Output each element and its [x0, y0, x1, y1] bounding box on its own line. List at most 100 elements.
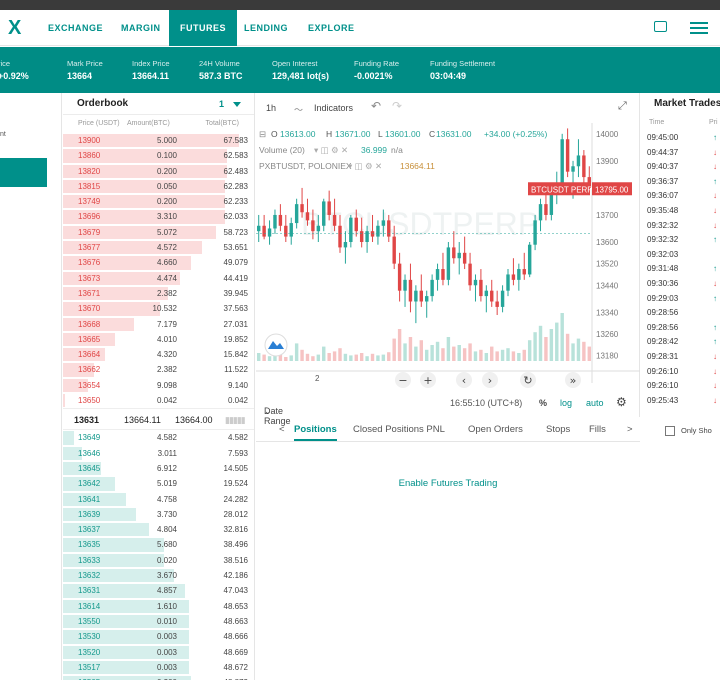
- nav-futures[interactable]: FUTURES: [169, 10, 237, 46]
- orderbook-bid-row[interactable]: 13649 4.582 4.582: [63, 430, 254, 445]
- orderbook-bid-row[interactable]: 13646 3.011 7.593: [63, 446, 254, 461]
- nav-lending[interactable]: LENDING: [244, 10, 288, 46]
- tab-stops[interactable]: Stops: [546, 424, 570, 435]
- order-price: 13650: [78, 396, 101, 406]
- candle-body: [522, 269, 526, 275]
- orderbook-ask-row[interactable]: 13673 4.474 44.419: [63, 271, 254, 286]
- left-panel-button[interactable]: [0, 158, 47, 187]
- orderbook-bid-row[interactable]: 13520 0.003 48.669: [63, 645, 254, 660]
- trade-time: 09:25:43: [647, 395, 679, 405]
- orderbook-ask-row[interactable]: 13676 4.660 49.079: [63, 255, 254, 270]
- tab-closed-positions-pnl[interactable]: Closed Positions PNL: [353, 424, 445, 435]
- arrow-up-icon: ↑: [713, 133, 717, 142]
- order-amount: 1.610: [156, 601, 177, 611]
- log-toggle[interactable]: log: [560, 398, 572, 408]
- orderbook-ask-row[interactable]: 13820 0.200 62.483: [63, 164, 254, 179]
- orderbook-ask-row[interactable]: 13815 0.050 62.283: [63, 179, 254, 194]
- candle-body: [533, 220, 537, 245]
- orderbook-bid-row[interactable]: 13637 4.804 32.816: [63, 522, 254, 537]
- orderbook-bid-row[interactable]: 13635 5.680 38.496: [63, 537, 254, 552]
- last-price: 13631: [74, 415, 100, 426]
- order-amount: 4.660: [156, 258, 177, 268]
- orderbook-bid-row[interactable]: 13642 5.019 19.524: [63, 476, 254, 491]
- only-show-checkbox[interactable]: Only Sho: [665, 426, 712, 437]
- orderbook-bid-row[interactable]: 13614 1.610 48.653: [63, 599, 254, 614]
- brand-logo[interactable]: X: [8, 17, 21, 40]
- orderbook-ask-row[interactable]: 13671 2.382 39.945: [63, 286, 254, 301]
- orderbook-ask-row[interactable]: 13900 5.000 67.583: [63, 133, 254, 148]
- checkbox-icon[interactable]: [665, 426, 675, 437]
- order-total: 39.945: [223, 288, 248, 298]
- volume-legend-label[interactable]: Volume (20): [259, 145, 305, 155]
- orders-tabs: < Positions Closed Positions PNL Open Or…: [256, 418, 640, 442]
- orderbook-ask-row[interactable]: 13749 0.200 62.233: [63, 194, 254, 209]
- orderbook-ask-row[interactable]: 13665 4.010 19.852: [63, 332, 254, 347]
- indicators-icon[interactable]: 〜: [294, 103, 303, 116]
- orderbook-bid-row[interactable]: 13641 4.758 24.282: [63, 492, 254, 507]
- orderbook-ask-row[interactable]: 13668 7.179 27.031: [63, 317, 254, 332]
- order-amount: 4.804: [156, 525, 177, 535]
- orderbook-ask-row[interactable]: 13696 3.310 62.033: [63, 209, 254, 224]
- tab-open-orders[interactable]: Open Orders: [468, 424, 523, 435]
- orderbook-ask-row[interactable]: 13860 0.100 62.583: [63, 148, 254, 163]
- ohlc-collapse-icon[interactable]: ⊟: [259, 129, 266, 139]
- candle-body: [403, 279, 407, 291]
- orderbook-bid-row[interactable]: 13550 0.010 48.663: [63, 614, 254, 629]
- mark-price: 13664.00: [175, 415, 213, 426]
- orderbook-ask-row[interactable]: 13670 10.532 37.563: [63, 301, 254, 316]
- enable-futures-link[interactable]: Enable Futures Trading: [256, 478, 640, 489]
- tabs-prev-button[interactable]: <: [279, 424, 285, 435]
- nav-exchange[interactable]: EXCHANGE: [48, 10, 103, 46]
- candlestick-chart[interactable]: BTCUSDTPERP 14000 13900 13700 13600 13520 134…: [256, 123, 640, 390]
- fullscreen-icon[interactable]: ⤢: [618, 100, 627, 113]
- chart-bottom-bar: Date Range ⌄ 16:55:10 (UTC+8) % log auto…: [264, 395, 627, 426]
- tab-fills[interactable]: Fills: [589, 424, 606, 435]
- tabs-next-button[interactable]: >: [627, 424, 633, 435]
- settings-icon[interactable]: ⚙: [616, 395, 627, 409]
- orderbook-bid-row[interactable]: 13639 3.730 28.012: [63, 507, 254, 522]
- tab-positions[interactable]: Positions: [294, 424, 337, 441]
- trade-row: 09:36:07 ↓: [641, 189, 720, 204]
- candle-body: [381, 220, 386, 226]
- menu-icon[interactable]: [690, 22, 708, 34]
- orderbook-bid-row[interactable]: 13633 0.020 38.516: [63, 553, 254, 568]
- order-amount: 4.582: [156, 433, 177, 443]
- nav-explore[interactable]: EXPLORE: [308, 10, 355, 46]
- auto-toggle[interactable]: auto: [586, 398, 604, 408]
- orderbook-ask-row[interactable]: 13654 9.098 9.140: [63, 378, 254, 393]
- chat-icon[interactable]: [654, 21, 667, 32]
- arrow-up-icon: ↑: [713, 264, 717, 274]
- candle-body: [462, 252, 467, 264]
- trade-time: 09:28:56: [647, 322, 679, 332]
- orderbook-bid-row[interactable]: 13645 6.912 14.505: [63, 461, 254, 476]
- orderbook-bid-row[interactable]: 13505 0.200 48.872: [63, 675, 254, 680]
- nav-margin[interactable]: MARGIN: [121, 10, 161, 46]
- legend-icons[interactable]: ▾ ◫ ⚙ ✕: [314, 145, 348, 155]
- orderbook-bid-row[interactable]: 13530 0.003 48.666: [63, 629, 254, 644]
- candle-body: [305, 212, 310, 221]
- volume-bar: [527, 340, 532, 361]
- interval-button[interactable]: 1h: [266, 103, 276, 113]
- legend-icons[interactable]: ▾ ◫ ⚙ ✕: [348, 161, 382, 171]
- orderbook-bid-row[interactable]: 13632 3.670 42.186: [63, 568, 254, 583]
- orderbook-ask-row[interactable]: 13662 2.382 11.522: [63, 362, 254, 377]
- orderbook-ask-row[interactable]: 13664 4.320 15.842: [63, 347, 254, 362]
- indicators-button[interactable]: Indicators: [314, 103, 353, 113]
- index-legend-label[interactable]: PXBTUSDT, POLONIEX: [259, 161, 352, 171]
- order-total: 14.505: [223, 463, 248, 473]
- orderbook-ask-row[interactable]: 13677 4.572 53.651: [63, 240, 254, 255]
- undo-icon[interactable]: ↶: [371, 99, 381, 113]
- orderbook-ask-row[interactable]: 13650 0.042 0.042: [63, 393, 254, 408]
- depth-select[interactable]: 1: [219, 93, 241, 115]
- price-tick-label: 13180: [596, 352, 619, 361]
- ohlc-l: L: [378, 129, 383, 139]
- orderbook-bid-row[interactable]: 13517 0.003 48.672: [63, 660, 254, 675]
- orderbook-bid-row[interactable]: 13631 4.857 47.043: [63, 583, 254, 598]
- redo-icon[interactable]: ↷: [392, 99, 402, 113]
- volume-bar: [359, 353, 364, 361]
- trade-row: 09:31:48 ↑: [641, 262, 720, 277]
- orderbook-ask-row[interactable]: 13679 5.072 58.723: [63, 225, 254, 240]
- percent-toggle[interactable]: %: [539, 398, 547, 408]
- order-amount: 0.050: [156, 181, 177, 191]
- volume-bar: [457, 345, 461, 361]
